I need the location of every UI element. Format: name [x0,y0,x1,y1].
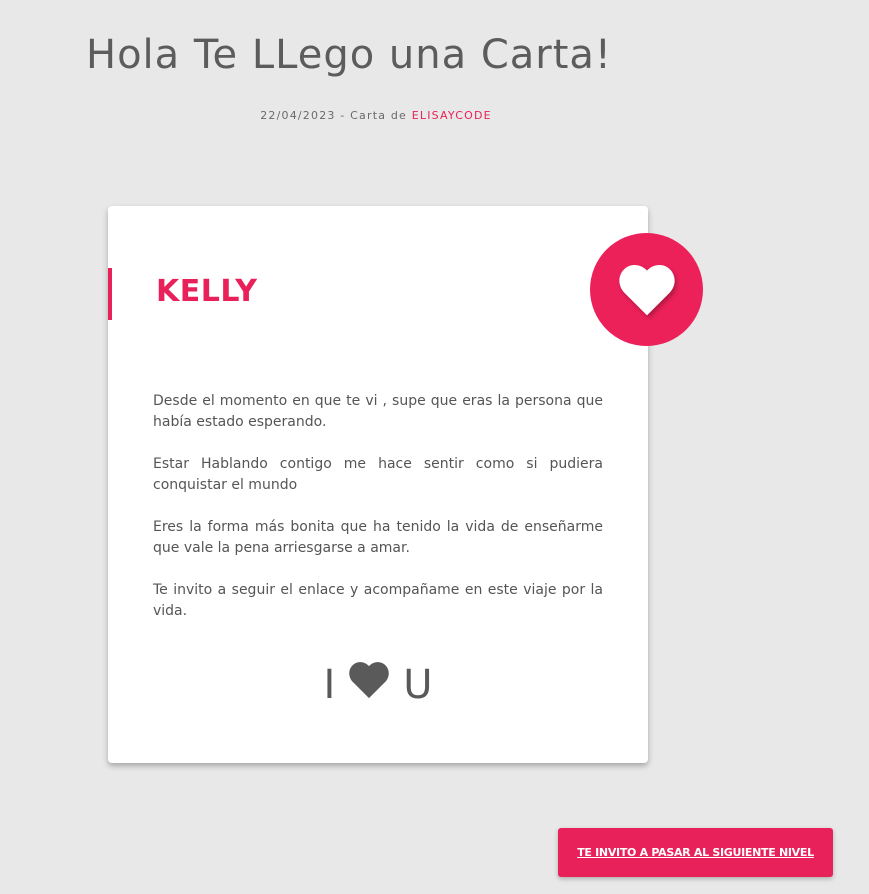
letter-card: KELLY Desde el momento en que te vi , su… [108,206,703,763]
next-level-button[interactable]: TE INVITO A PASAR AL SIGUIENTE NIVEL [558,828,833,877]
post-by-prefix: - Carta de [335,109,412,122]
heart-icon [618,264,675,315]
letter-paragraph: Te invito a seguir el enlace y acompañam… [153,582,603,619]
signoff: I U [108,662,648,708]
post-author: ELISAYCODE [411,109,492,122]
post-date: 22/04/2023 [260,109,336,122]
letter-body: Desde el momento en que te vi , supe que… [153,391,603,643]
signoff-left: I [323,662,336,708]
letter-paragraph: Estar Hablando contigo me hace sentir co… [153,456,603,493]
heart-icon [349,662,389,699]
heart-badge [590,233,703,346]
signoff-right: U [403,662,433,708]
recipient-accent-bar [108,268,112,320]
letter-paragraph: Eres la forma más bonita que ha tenido l… [153,519,603,556]
post-meta: 22/04/2023 - Carta de ELISAYCODE [86,109,666,122]
page-title: Hola Te LLego una Carta! [86,32,612,78]
letter-paragraph: Desde el momento en que te vi , supe que… [153,393,603,430]
recipient-name: KELLY [156,274,258,309]
